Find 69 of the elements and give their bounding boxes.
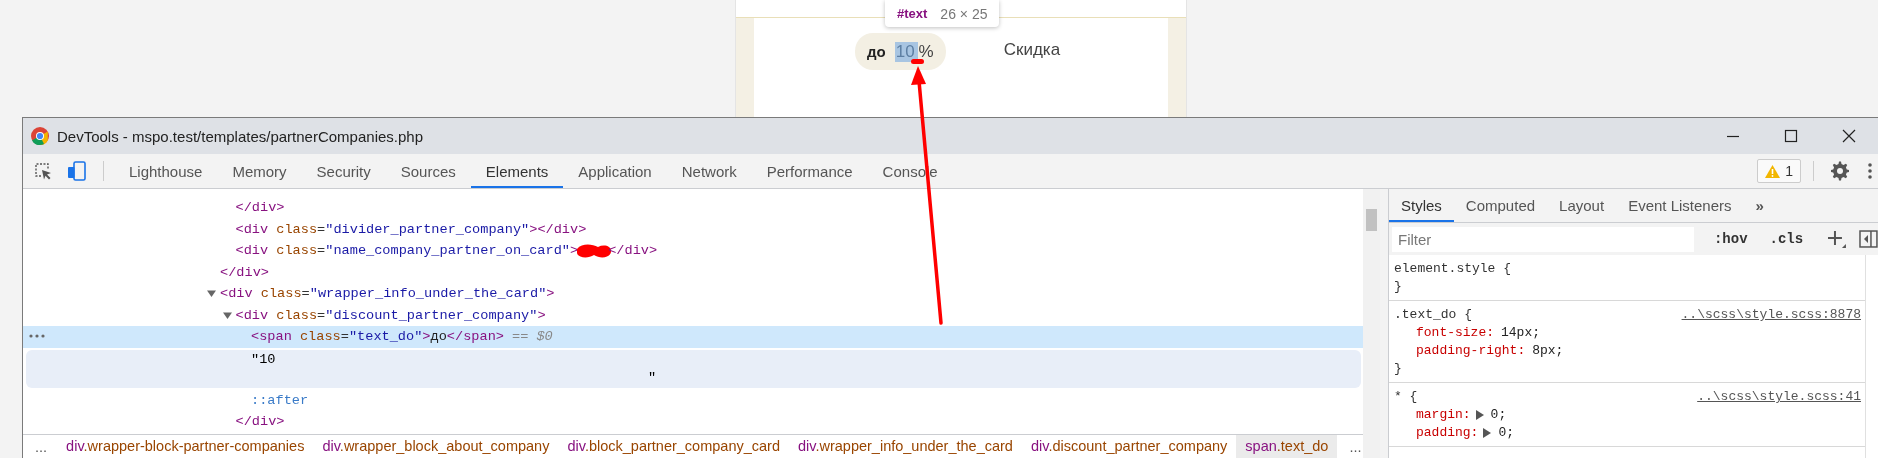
maximize-icon (1784, 129, 1798, 143)
sidebar-tab[interactable]: Computed (1453, 189, 1548, 222)
rule-selector: .text_do { (1394, 306, 1473, 324)
close-icon (1842, 129, 1856, 143)
more-vertical-icon (1868, 162, 1872, 180)
dom-node-line[interactable]: </div> (23, 197, 1363, 219)
scrollbar[interactable] (1363, 189, 1380, 458)
breadcrumb[interactable]: span.text_do (1236, 435, 1338, 458)
warning-count: 1 (1785, 163, 1793, 179)
dom-node-line[interactable]: <div class="divider_partner_company"></div> (23, 218, 1363, 240)
source-link[interactable]: ..\scss\style.scss:8878 (1681, 306, 1861, 324)
filter-toggle[interactable]: :hov (1703, 231, 1758, 247)
dom-text-node[interactable]: "10 " (26, 349, 1361, 388)
breadcrumb[interactable]: div.wrapper_block_about_company (313, 435, 559, 458)
style-property[interactable]: margin: 0; (1394, 406, 1861, 424)
rule-selector: * { (1394, 388, 1419, 406)
discount-label: Скидка (1003, 40, 1061, 60)
filter-toggle[interactable]: .cls (1759, 231, 1814, 247)
more-tabs-button[interactable]: » (1743, 189, 1776, 222)
warning-icon (1765, 164, 1781, 178)
discount-prefix: до (867, 43, 886, 60)
expand-triangle-icon[interactable] (207, 289, 216, 299)
panel-tab[interactable]: Elements (470, 154, 564, 188)
breadcrumbs-overflow[interactable]: ... (23, 438, 58, 455)
style-property[interactable]: padding: 0; (1394, 424, 1861, 442)
panel-tab[interactable]: Performance (751, 154, 868, 188)
dom-node-line[interactable]: <div class="name_company_partner_on_card"> </div> (23, 240, 1363, 262)
filter-field[interactable]: Filter (1392, 226, 1694, 252)
sidebar-tab[interactable]: Layout (1547, 189, 1617, 222)
rule-close-brace: } (1394, 360, 1403, 378)
window-title: DevTools - mspo.test/templates/partnerCompanies.php (57, 127, 424, 145)
settings-icon (1830, 161, 1850, 181)
panel-tab[interactable]: Network (666, 154, 752, 188)
style-property[interactable]: font-size: 14px; (1394, 324, 1861, 342)
annotation-mark (911, 59, 924, 64)
rule-selector: element.style { (1394, 260, 1513, 278)
devices-icon (67, 161, 87, 181)
panel-tab[interactable]: Application (563, 154, 667, 188)
tooltip-size: 26 × 25 (940, 5, 988, 22)
panel-tab[interactable]: Memory (217, 154, 302, 188)
breadcrumb[interactable]: div.wrapper_info_under_the_card (788, 435, 1022, 458)
dom-node-line[interactable]: ::after (23, 389, 1363, 411)
source-link[interactable]: ..\scss\style.scss:41 (1697, 388, 1861, 406)
discount-percent: % (918, 41, 934, 62)
cursor-icon (34, 162, 52, 180)
sidebar-toggle-icon[interactable] (1859, 230, 1878, 248)
discount-value: 10 (894, 41, 918, 62)
panel-tab[interactable]: Sources (385, 154, 471, 188)
dom-node-line[interactable]: </div> (23, 261, 1363, 283)
rule-close-brace: } (1394, 278, 1403, 296)
browser-logo-icon (31, 127, 49, 145)
expand-triangle-icon[interactable] (1483, 428, 1492, 438)
dom-node-line[interactable]: <div class="wrapper_info_under_the_card"> (23, 283, 1363, 305)
warning-badge[interactable]: 1 (1757, 159, 1801, 183)
style-property[interactable]: padding-right: 8px; (1394, 342, 1861, 360)
breadcrumbs-overflow[interactable]: ... (1337, 438, 1363, 455)
add-rule-icon[interactable] (1827, 229, 1848, 249)
expand-triangle-icon[interactable] (222, 310, 232, 320)
breadcrumb[interactable]: div.wrapper-block-partner-companies (57, 435, 314, 458)
breadcrumb[interactable]: div.block_partner_company_card (558, 435, 789, 458)
panel-tab[interactable]: Lighthouse (114, 154, 218, 188)
dom-node-line[interactable]: <div class="discount_partner_company"> (23, 304, 1363, 326)
dom-node-line[interactable]: </div> (23, 411, 1363, 433)
sidebar-tab[interactable]: Event Listeners (1616, 189, 1744, 222)
expand-triangle-icon[interactable] (1475, 410, 1484, 420)
tooltip-node-name: #text (897, 6, 928, 21)
breadcrumb[interactable]: div.discount_partner_company (1021, 435, 1237, 458)
more-dots-icon[interactable] (29, 334, 45, 338)
panel-tab[interactable]: Security (301, 154, 386, 188)
